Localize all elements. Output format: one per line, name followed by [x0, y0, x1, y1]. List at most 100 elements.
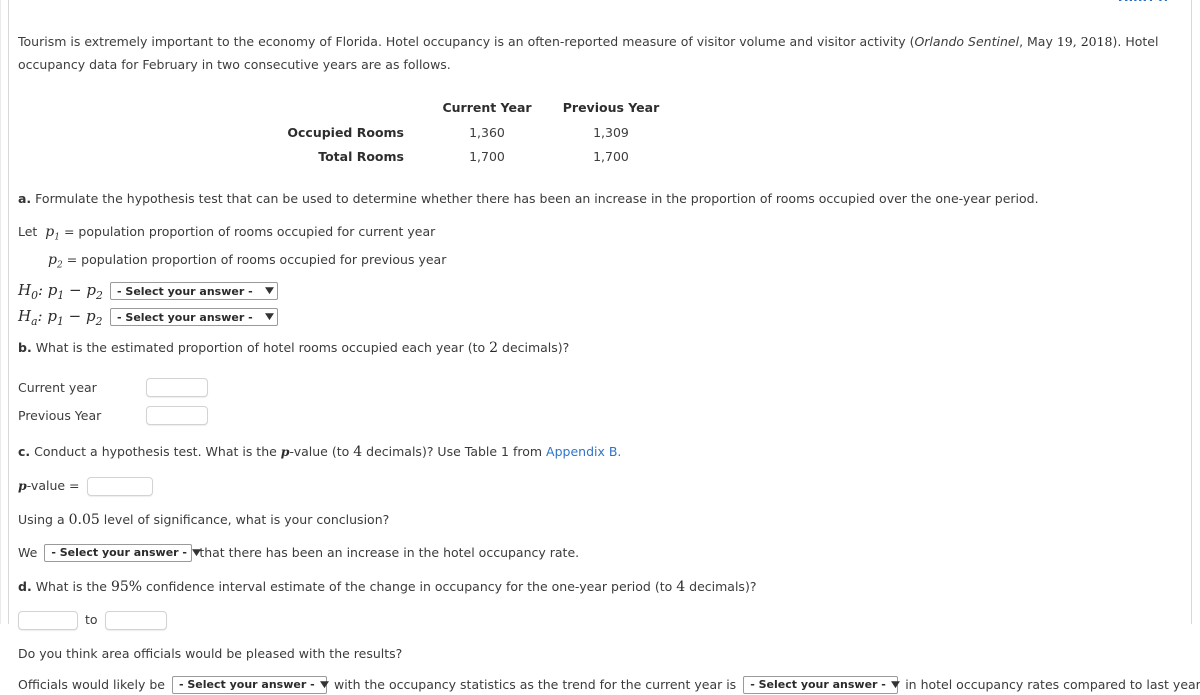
p2-symbol: p [48, 251, 57, 268]
page-frame: Hint(s) Tourism is extremely important t… [0, 0, 1200, 694]
previous-year-input[interactable] [146, 405, 208, 425]
pvalue-label: p-value = [18, 476, 80, 496]
question-d-prompt-3: decimals)? [685, 579, 757, 594]
question-c-decimals: 4 [353, 444, 363, 460]
definition-p2: p2 = population proportion of rooms occu… [18, 249, 1188, 277]
cell-total-current: 1,700 [469, 148, 505, 164]
table-corner-cell [18, 94, 428, 120]
conclusion-select[interactable]: - Select your answer - ▼ [44, 544, 201, 562]
question-d: d. What is the 95% confidence interval e… [18, 576, 1188, 598]
conclusion-select-label: - Select your answer - [51, 546, 188, 559]
question-b-prompt-2: decimals)? [498, 340, 570, 355]
null-hypothesis-select[interactable]: - Select your answer - ▼ [110, 282, 278, 300]
table-row: Total Rooms 1,700 1,700 [18, 144, 676, 168]
question-b-letter: b. [18, 340, 32, 355]
officials-answer-row: Officials would likely be - Select your … [18, 675, 1200, 695]
officials-sentiment-select-label: - Select your answer - [178, 678, 315, 691]
intro-sentence-part1: Tourism is extremely important to the ec… [18, 34, 915, 49]
row-label-total-rooms: Total Rooms [318, 148, 404, 164]
h0-subscript: 0 [31, 288, 38, 302]
ha-expr-sub1: 1 [56, 314, 64, 328]
current-year-input[interactable] [146, 377, 208, 397]
row-label-occupied-rooms: Occupied Rooms [287, 124, 404, 140]
alternative-hypothesis-select[interactable]: - Select your answer - ▼ [110, 308, 278, 326]
significance-level: 0.05 [68, 512, 100, 528]
chevron-down-icon: ▼ [319, 679, 329, 690]
ha-expr: : p [37, 306, 57, 325]
intro-sentence-part1b: , May [1019, 34, 1057, 49]
previous-year-label: Previous Year [18, 407, 102, 423]
officials-lead-text: Officials would likely be [18, 677, 165, 692]
p-italic-symbol: p [280, 444, 290, 459]
intro-paragraph: Tourism is extremely important to the ec… [18, 30, 1188, 76]
ha-symbol: H [18, 306, 32, 325]
chevron-down-icon: ▼ [890, 679, 900, 690]
h0-symbol: H [18, 280, 32, 299]
pvalue-label-rest: -value = [26, 478, 80, 493]
question-d-prompt-1: What is the [35, 579, 111, 594]
h0-expr-sub2: 2 [96, 288, 103, 302]
ha-expr-sub2: 2 [95, 314, 103, 328]
conclusion-row: We - Select your answer - ▼ that there h… [18, 543, 1188, 563]
definition-p1-text: = population proportion of rooms occupie… [63, 224, 436, 239]
appendix-b-link[interactable]: Appendix B. [546, 444, 621, 459]
null-hypothesis-expression: H0: p1 − p2 [18, 281, 110, 302]
column-header-current-year: Current Year [442, 99, 532, 115]
confidence-interval-to-word: to [85, 612, 98, 627]
chevron-down-icon: ▼ [265, 311, 275, 322]
definition-p1: Let p1 = population proportion of rooms … [18, 221, 1188, 249]
question-a: a. Formulate the hypothesis test that ca… [18, 188, 1188, 209]
date-year: 2018 [1080, 34, 1113, 49]
content-right-border [1191, 0, 1192, 624]
cell-occupied-current: 1,360 [469, 124, 505, 140]
question-d-prompt-2: confidence interval estimate of the chan… [142, 579, 677, 594]
chevron-down-icon: ▼ [265, 285, 275, 296]
current-year-row: Current year [18, 373, 1188, 401]
exercise-content: Tourism is extremely important to the ec… [18, 30, 1200, 695]
pvalue-input[interactable] [86, 476, 153, 496]
null-hypothesis-row: H0: p1 − p2 - Select your answer - ▼ [18, 280, 1188, 302]
officials-mid-text: with the occupancy statistics as the tre… [333, 677, 737, 692]
p1-subscript: 1 [54, 232, 60, 243]
question-a-prompt: Formulate the hypothesis test that can b… [35, 191, 1039, 206]
question-b-decimals: 2 [489, 340, 499, 356]
question-c-prompt-3: decimals)? Use Table 1 from [362, 444, 547, 459]
question-c-prompt-1: Conduct a hypothesis test. What is the [34, 444, 281, 459]
date-day: 19, [1056, 34, 1077, 49]
column-header-previous-year: Previous Year [562, 99, 660, 115]
officials-trend-select[interactable]: - Select your answer - ▼ [743, 676, 900, 694]
content-left-border [8, 0, 9, 624]
cell-total-previous: 1,700 [593, 148, 629, 164]
alternative-hypothesis-row: Ha: p1 − p2 - Select your answer - ▼ [18, 306, 1188, 328]
window-left-edge [0, 0, 1, 624]
significance-text-2: level of significance, what is your conc… [99, 512, 390, 527]
previous-year-row: Previous Year [18, 401, 1188, 429]
hint-link[interactable]: Hint(s) [1108, 0, 1178, 1]
ha-minus: − p [63, 306, 96, 325]
alternative-hypothesis-expression: Ha: p1 − p2 [18, 307, 110, 328]
question-a-letter: a. [18, 191, 32, 206]
officials-sentiment-select[interactable]: - Select your answer - ▼ [171, 676, 329, 694]
table-header-row: Current Year Previous Year [18, 94, 676, 120]
confidence-interval-upper-input[interactable] [104, 610, 167, 630]
confidence-level: 95% [110, 579, 143, 595]
cell-occupied-previous: 1,309 [593, 124, 629, 140]
question-c-letter: c. [18, 444, 31, 459]
question-b-prompt-1: What is the estimated proportion of hote… [35, 340, 490, 355]
alternative-hypothesis-select-label: - Select your answer - [117, 310, 253, 324]
pvalue-row: p-value = [18, 476, 1188, 496]
question-c: c. Conduct a hypothesis test. What is th… [18, 441, 1188, 463]
table-row: Occupied Rooms 1,360 1,309 [18, 120, 676, 144]
occupancy-data-table: Current Year Previous Year Occupied Room… [18, 94, 676, 168]
pvalue-p-symbol: p [18, 478, 27, 493]
source-publication: Orlando Sentinel [914, 34, 1020, 49]
p1-symbol: p [45, 224, 55, 240]
officials-trend-select-label: - Select your answer - [750, 678, 886, 691]
question-d-letter: d. [18, 579, 32, 594]
significance-text-1: Using a [18, 512, 69, 527]
let-word: Let [18, 224, 38, 239]
confidence-interval-lower-input[interactable] [18, 610, 78, 630]
question-b: b. What is the estimated proportion of h… [18, 337, 1188, 359]
definitions-block: Let p1 = population proportion of rooms … [18, 221, 1188, 276]
null-hypothesis-select-label: - Select your answer - [117, 284, 253, 298]
